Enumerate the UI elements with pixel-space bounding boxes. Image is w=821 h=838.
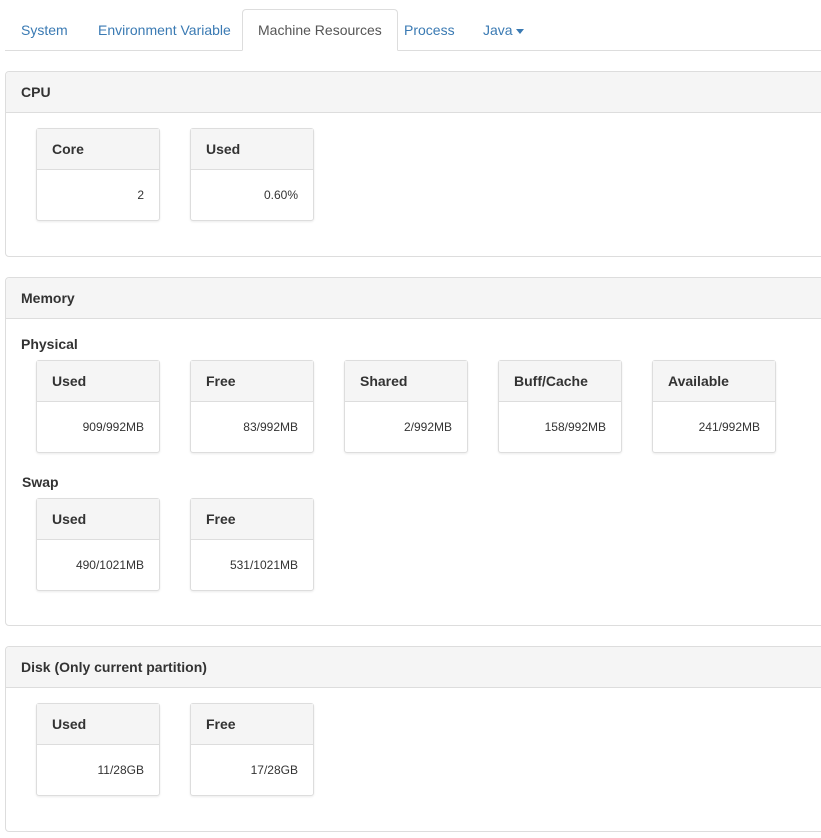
disk-used-value: 11/28GB bbox=[97, 763, 144, 777]
physical-label: Physical bbox=[21, 336, 78, 352]
tab-java-dropdown[interactable]: Java bbox=[483, 9, 524, 51]
memory-panel-title: Memory bbox=[6, 278, 821, 319]
tab-process[interactable]: Process bbox=[404, 9, 455, 51]
disk-panel-title: Disk (Only current partition) bbox=[6, 647, 821, 688]
physical-buff-cache-label: Buff/Cache bbox=[499, 361, 621, 402]
tab-environment-variable[interactable]: Environment Variable bbox=[98, 9, 231, 51]
physical-available-value: 241/992MB bbox=[698, 420, 760, 434]
disk-free-label: Free bbox=[191, 704, 313, 745]
physical-available-card: Available 241/992MB bbox=[652, 360, 776, 453]
swap-free-label: Free bbox=[191, 499, 313, 540]
cpu-core-label: Core bbox=[37, 129, 159, 170]
swap-used-card: Used 490/1021MB bbox=[36, 498, 160, 591]
cpu-core-card: Core 2 bbox=[36, 128, 160, 221]
physical-shared-label: Shared bbox=[345, 361, 467, 402]
physical-available-label: Available bbox=[653, 361, 775, 402]
cpu-used-label: Used bbox=[191, 129, 313, 170]
caret-down-icon bbox=[515, 28, 524, 34]
swap-free-card: Free 531/1021MB bbox=[190, 498, 314, 591]
physical-free-card: Free 83/992MB bbox=[190, 360, 314, 453]
physical-shared-value: 2/992MB bbox=[403, 420, 452, 434]
physical-free-value: 83/992MB bbox=[243, 420, 298, 434]
physical-shared-card: Shared 2/992MB bbox=[344, 360, 468, 453]
physical-free-label: Free bbox=[191, 361, 313, 402]
tab-system[interactable]: System bbox=[21, 9, 68, 51]
disk-used-label: Used bbox=[37, 704, 159, 745]
cpu-used-card: Used 0.60% bbox=[190, 128, 314, 221]
physical-used-card: Used 909/992MB bbox=[36, 360, 160, 453]
disk-used-card: Used 11/28GB bbox=[36, 703, 160, 796]
physical-buff-cache-card: Buff/Cache 158/992MB bbox=[498, 360, 622, 453]
cpu-used-value: 0.60% bbox=[263, 188, 298, 202]
physical-used-label: Used bbox=[37, 361, 159, 402]
memory-panel: Memory Physical Used 909/992MB Free 83/9… bbox=[5, 277, 821, 626]
swap-label: Swap bbox=[22, 474, 59, 490]
tab-machine-resources[interactable]: Machine Resources bbox=[242, 9, 398, 51]
physical-buff-cache-value: 158/992MB bbox=[544, 420, 606, 434]
swap-free-value: 531/1021MB bbox=[229, 558, 298, 572]
physical-used-value: 909/992MB bbox=[82, 420, 144, 434]
disk-panel: Disk (Only current partition) Used 11/28… bbox=[5, 646, 821, 832]
cpu-panel-title: CPU bbox=[6, 72, 821, 113]
disk-free-value: 17/28GB bbox=[250, 763, 298, 777]
swap-used-label: Used bbox=[37, 499, 159, 540]
cpu-core-value: 2 bbox=[137, 188, 144, 202]
tab-java-label: Java bbox=[483, 22, 513, 38]
cpu-panel: CPU Core 2 Used 0.60% bbox=[5, 71, 821, 257]
swap-used-value: 490/1021MB bbox=[75, 558, 144, 572]
nav-tabs: System Environment Variable Machine Reso… bbox=[5, 9, 821, 51]
disk-free-card: Free 17/28GB bbox=[190, 703, 314, 796]
